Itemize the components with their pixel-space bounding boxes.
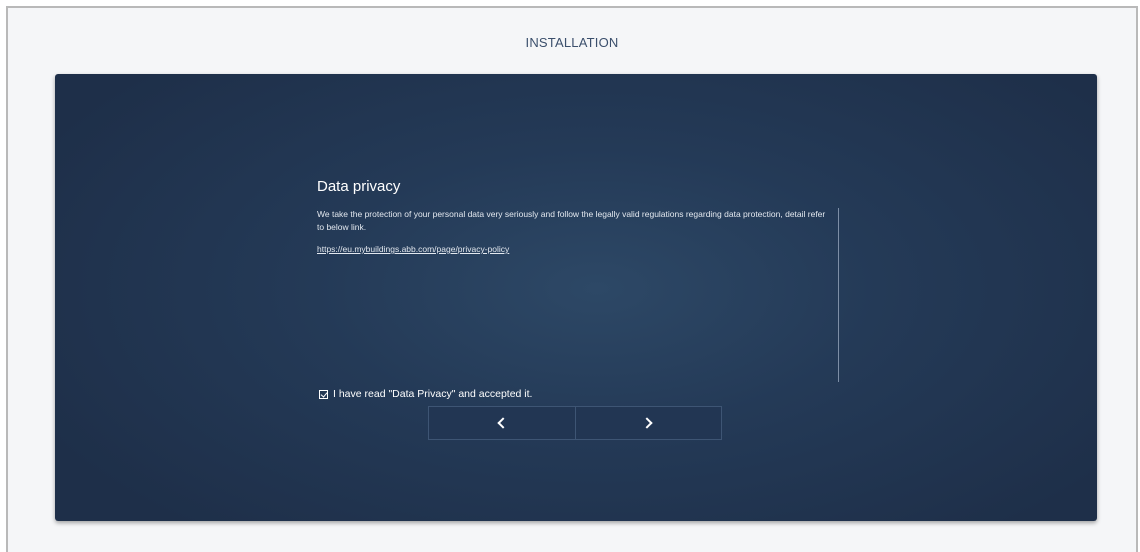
next-button[interactable] [575,406,722,440]
back-button[interactable] [428,406,576,440]
accept-label: I have read "Data Privacy" and accepted … [333,388,533,400]
chevron-right-icon [641,417,653,429]
privacy-policy-link[interactable]: https://eu.mybuildings.abb.com/page/priv… [317,244,509,254]
page-title: INSTALLATION [525,34,619,50]
privacy-text-area[interactable]: We take the protection of your personal … [317,208,839,382]
wizard-navigation [428,406,722,440]
app-frame: INSTALLATION Data privacy We take the pr… [6,6,1138,552]
privacy-body-text: We take the protection of your personal … [317,209,826,232]
installation-panel: Data privacy We take the protection of y… [55,74,1097,521]
accept-checkbox[interactable] [319,389,328,399]
page-header: INSTALLATION [8,8,1136,76]
accept-privacy-checkbox-row[interactable]: I have read "Data Privacy" and accepted … [319,388,532,400]
privacy-title: Data privacy [317,178,401,195]
chevron-left-icon [497,417,509,429]
